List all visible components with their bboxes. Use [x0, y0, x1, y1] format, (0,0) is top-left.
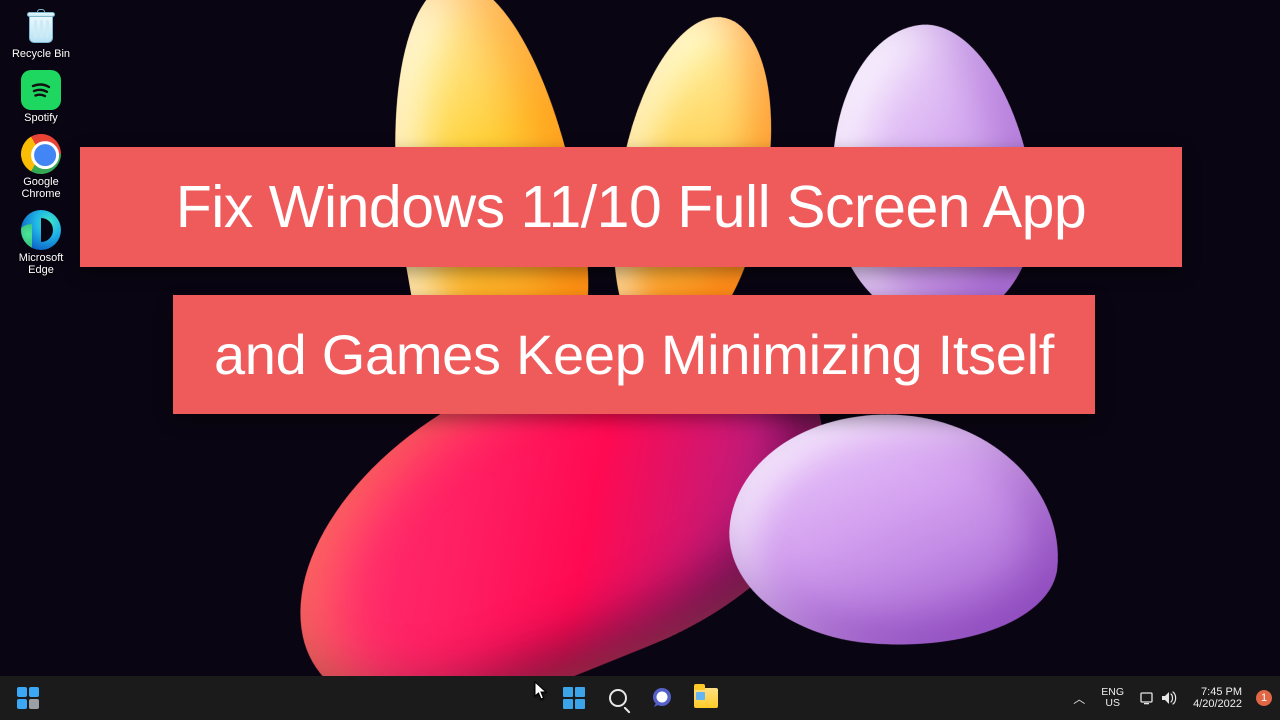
overlay-text-line1: Fix Windows 11/10 Full Screen App: [80, 147, 1182, 267]
search-button[interactable]: [598, 678, 638, 718]
search-icon: [609, 689, 627, 707]
widgets-icon: [17, 687, 39, 709]
language-button[interactable]: ENGUS: [1097, 678, 1128, 718]
chat-icon: [650, 686, 674, 710]
datetime-button[interactable]: 7:45 PM4/20/2022: [1189, 678, 1246, 718]
overlay-text-line2: and Games Keep Minimizing Itself: [173, 295, 1095, 414]
file-explorer-button[interactable]: [686, 678, 726, 718]
language-label: ENGUS: [1101, 687, 1124, 709]
notification-badge: 1: [1256, 690, 1272, 706]
desktop-icon-label: Recycle Bin: [12, 48, 70, 60]
tray-overflow-button[interactable]: ︿: [1069, 678, 1089, 718]
datetime-label: 7:45 PM4/20/2022: [1193, 686, 1242, 710]
desktop-icon-edge[interactable]: Microsoft Edge: [6, 208, 76, 278]
desktop-icon-recycle-bin[interactable]: Recycle Bin: [6, 4, 76, 62]
edge-icon: [21, 210, 61, 250]
taskbar: ︿ ENGUS 7:45 PM4/20/2022 1: [0, 676, 1280, 720]
desktop-icon-label: Google Chrome: [21, 176, 60, 200]
recycle-bin-icon: [21, 6, 61, 46]
notifications-button[interactable]: 1: [1254, 678, 1274, 718]
volume-icon: [1161, 691, 1177, 705]
chevron-up-icon: ︿: [1073, 690, 1085, 707]
desktop-icon-label: Spotify: [24, 112, 58, 124]
quick-settings-button[interactable]: [1136, 678, 1181, 718]
spotify-icon: [21, 70, 61, 110]
chat-button[interactable]: [642, 678, 682, 718]
desktop-icon-spotify[interactable]: Spotify: [6, 68, 76, 126]
windows-logo-icon: [563, 687, 585, 709]
chrome-icon: [21, 134, 61, 174]
desktop-icon-label: Microsoft Edge: [19, 252, 64, 276]
desktop-icon-chrome[interactable]: Google Chrome: [6, 132, 76, 202]
folder-icon: [694, 688, 718, 708]
desktop-icons-column: Recycle Bin Spotify Google Chrome Micros…: [6, 4, 76, 278]
start-button[interactable]: [554, 678, 594, 718]
network-icon: [1140, 691, 1155, 705]
widgets-button[interactable]: [8, 678, 48, 718]
